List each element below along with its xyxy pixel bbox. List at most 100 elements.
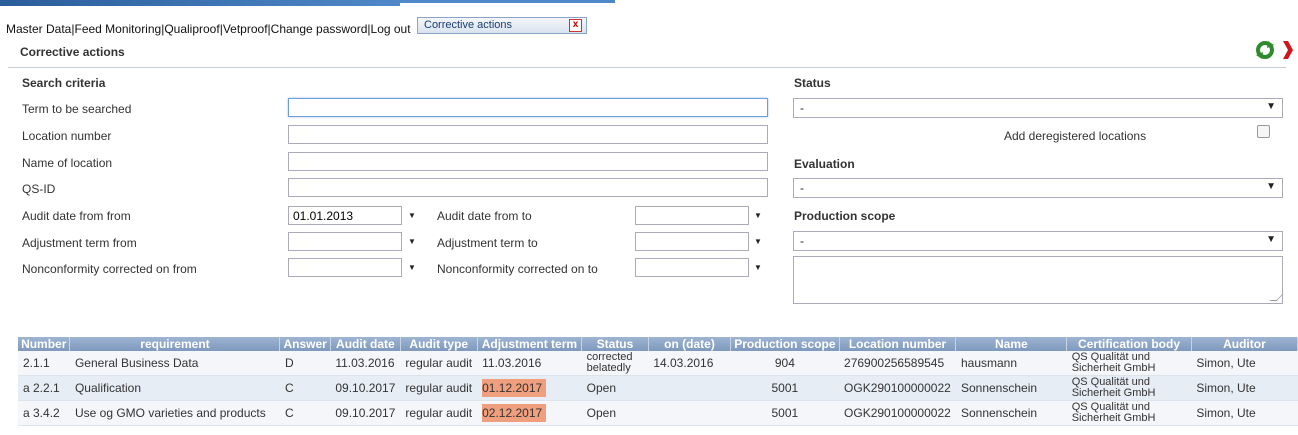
cell-answer: C — [279, 375, 331, 401]
menu-change-password[interactable]: Change password — [271, 22, 368, 36]
adjustment-term-overdue: 01.12.2017 — [482, 379, 547, 397]
cell-auditor: Simon, Ute — [1191, 375, 1298, 401]
adj-to-label: Adjustment term to — [437, 236, 538, 250]
cell-production-scope: 904 — [730, 351, 840, 376]
nc-to-input[interactable] — [635, 258, 749, 277]
cell-status: Open — [581, 400, 649, 426]
nc-to-label: Nonconformity corrected on to — [437, 262, 598, 276]
production-scope-heading: Production scope — [794, 209, 896, 223]
tab-close-icon[interactable]: x — [569, 19, 582, 32]
audit-from-dropdown-icon[interactable]: ▼ — [408, 211, 416, 220]
production-scope-textarea[interactable] — [793, 256, 1284, 304]
cell-audit-date: 11.03.2016 — [330, 351, 401, 376]
cell-name: hausmann — [955, 351, 1067, 376]
nc-from-input[interactable] — [288, 258, 402, 277]
cell-name: Sonnenschein — [955, 375, 1067, 401]
location-number-input[interactable] — [288, 125, 768, 144]
cell-answer: C — [279, 400, 331, 426]
cell-status: Open — [581, 375, 649, 401]
deregistered-checkbox[interactable] — [1257, 125, 1270, 138]
adj-from-label: Adjustment term from — [22, 236, 137, 250]
status-heading: Status — [794, 76, 831, 90]
cell-auditor: Simon, Ute — [1191, 400, 1298, 426]
production-scope-select-value: - — [800, 234, 804, 248]
cell-cert-body: QS Qualität und Sicherheit GmbH — [1066, 351, 1192, 376]
menu-log-out[interactable]: Log out — [371, 22, 411, 36]
table-header-row: Number requirement Answer Audit date Aud… — [18, 337, 1298, 351]
audit-to-label: Audit date from to — [437, 209, 532, 223]
page-title: Corrective actions — [20, 45, 125, 59]
adj-to-dropdown-icon[interactable]: ▼ — [754, 237, 762, 246]
location-name-input[interactable] — [288, 152, 768, 171]
adj-from-input[interactable] — [288, 232, 402, 251]
evaluation-select-value: - — [800, 181, 804, 195]
column-header[interactable]: Certification body — [1066, 337, 1192, 351]
exit-icon[interactable] — [1281, 41, 1293, 59]
table-row[interactable]: a 2.2.1 Qualification C 09.10.2017 regul… — [18, 375, 1298, 401]
term-input[interactable] — [288, 98, 768, 117]
menu-qualiproof[interactable]: Qualiproof — [164, 22, 219, 36]
menu-master-data[interactable]: Master Data — [6, 22, 71, 36]
cell-number: 2.1.1 — [18, 351, 70, 376]
table-row[interactable]: a 3.4.2 Use og GMO varieties and product… — [18, 400, 1298, 426]
resize-grip-icon[interactable] — [1269, 294, 1284, 301]
cell-adjustment-term: 02.12.2017 — [477, 400, 582, 426]
column-header[interactable]: Location number — [839, 337, 957, 351]
cell-production-scope: 5001 — [730, 375, 840, 401]
nc-to-dropdown-icon[interactable]: ▼ — [754, 263, 762, 272]
column-header[interactable]: Answer — [279, 337, 331, 351]
column-header[interactable]: Audit date — [330, 337, 401, 351]
evaluation-select[interactable]: - ▼ — [793, 178, 1283, 198]
cell-adjustment-term: 01.12.2017 — [477, 375, 582, 401]
cell-on-date — [648, 375, 731, 401]
adj-to-input[interactable] — [635, 232, 749, 251]
production-scope-select[interactable]: - ▼ — [793, 231, 1283, 251]
results-table: Number requirement Answer Audit date Aud… — [18, 337, 1298, 426]
qsid-input[interactable] — [288, 178, 768, 197]
cell-audit-type: regular audit — [400, 400, 478, 426]
menu-vetproof[interactable]: Vetproof — [223, 22, 268, 36]
cell-location-number: 276900256589545 — [839, 351, 956, 376]
audit-to-input[interactable] — [635, 206, 749, 225]
cell-requirement: Use og GMO varieties and products — [69, 400, 280, 426]
status-select-value: - — [800, 101, 804, 115]
cell-cert-body: QS Qualität und Sicherheit GmbH — [1066, 400, 1192, 426]
status-select[interactable]: - ▼ — [793, 98, 1283, 118]
cell-answer: D — [279, 351, 331, 376]
column-header[interactable]: Status — [581, 337, 649, 351]
qsid-label: QS-ID — [22, 182, 56, 196]
audit-from-input[interactable] — [288, 206, 402, 225]
nc-from-label: Nonconformity corrected on from — [22, 262, 197, 276]
cell-cert-body: QS Qualität und Sicherheit GmbH — [1066, 375, 1192, 401]
table-row[interactable]: 2.1.1 General Business Data D 11.03.2016… — [18, 351, 1298, 376]
cell-on-date — [648, 400, 731, 426]
column-header[interactable]: Number — [18, 337, 71, 351]
cell-name: Sonnenschein — [955, 400, 1067, 426]
top-accent-bar — [0, 0, 400, 6]
cell-on-date: 14.03.2016 — [648, 351, 731, 376]
chevron-down-icon: ▼ — [1266, 101, 1276, 112]
cell-audit-type: regular audit — [400, 351, 478, 376]
location-name-label: Name of location — [22, 156, 113, 170]
column-header[interactable]: on (date) — [648, 337, 732, 351]
cell-status: corrected belatedly — [581, 351, 649, 376]
cell-requirement: Qualification — [69, 375, 280, 401]
nc-from-dropdown-icon[interactable]: ▼ — [408, 263, 416, 272]
main-menu: Master Data|Feed Monitoring|Qualiproof|V… — [6, 22, 411, 36]
column-header[interactable]: Name — [955, 337, 1068, 351]
tab-label: Corrective actions — [424, 19, 513, 31]
cell-number: a 3.4.2 — [18, 400, 70, 426]
column-header[interactable]: Auditor — [1191, 337, 1298, 351]
chevron-down-icon: ▼ — [1266, 234, 1276, 245]
column-header[interactable]: Production scope — [730, 337, 840, 351]
tab-corrective-actions[interactable]: Corrective actions x — [417, 17, 587, 34]
adj-from-dropdown-icon[interactable]: ▼ — [408, 237, 416, 246]
search-criteria-heading: Search criteria — [22, 76, 106, 90]
audit-to-dropdown-icon[interactable]: ▼ — [754, 211, 762, 220]
column-header[interactable]: Adjustment term — [477, 337, 583, 351]
adjustment-term-overdue: 02.12.2017 — [482, 404, 547, 422]
column-header[interactable]: requirement — [69, 337, 281, 351]
top-accent-bar-extension — [400, 0, 615, 3]
column-header[interactable]: Audit type — [400, 337, 478, 351]
menu-feed-monitoring[interactable]: Feed Monitoring — [74, 22, 161, 36]
